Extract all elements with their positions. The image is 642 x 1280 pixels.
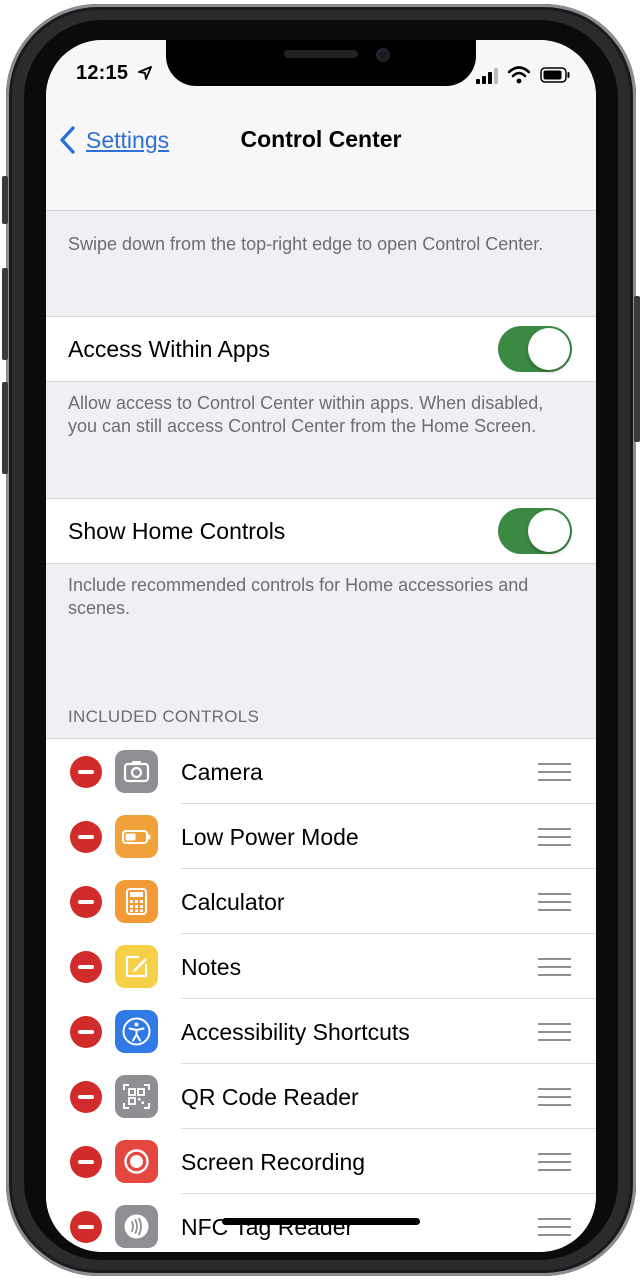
access-within-apps-row: Access Within Apps (46, 316, 596, 382)
show-home-controls-label: Show Home Controls (68, 518, 286, 544)
item-label: QR Code Reader (181, 1084, 359, 1110)
volume-up-button (2, 268, 8, 360)
location-arrow-icon (138, 66, 152, 80)
battery-status-icon (540, 67, 570, 83)
list-item-qr-code-reader: QR Code Reader (46, 1064, 596, 1129)
list-item-camera: Camera (46, 739, 596, 804)
item-label: Accessibility Shortcuts (181, 1019, 410, 1045)
access-within-apps-footnote: Allow access to Control Center within ap… (68, 393, 544, 436)
included-controls-header: INCLUDED CONTROLS (68, 707, 260, 726)
camera-icon (115, 750, 158, 793)
cellular-signal-icon (476, 68, 498, 84)
record-icon (115, 1140, 158, 1183)
item-label: Notes (181, 954, 242, 980)
remove-nfc-tag-reader-button[interactable] (70, 1211, 102, 1243)
page-title: Control Center (240, 126, 402, 152)
front-camera (376, 48, 390, 62)
remove-screen-recording-button[interactable] (70, 1146, 102, 1178)
reorder-handle[interactable] (538, 1088, 571, 1106)
item-label: Camera (181, 759, 263, 785)
remove-calculator-button[interactable] (70, 886, 102, 918)
included-controls-list: Camera Low Power Mode Calculator Notes A… (46, 738, 596, 1252)
qr-code-icon (115, 1075, 158, 1118)
list-item-notes: Notes (46, 934, 596, 999)
access-within-apps-label: Access Within Apps (68, 336, 270, 362)
list-item-calculator: Calculator (46, 869, 596, 934)
reorder-handle[interactable] (538, 1153, 571, 1171)
notes-icon (115, 945, 158, 988)
reorder-handle[interactable] (538, 1023, 571, 1041)
calculator-icon (115, 880, 158, 923)
access-within-apps-toggle[interactable] (498, 326, 572, 372)
list-item-low-power-mode: Low Power Mode (46, 804, 596, 869)
reorder-handle[interactable] (538, 1218, 571, 1236)
remove-qr-code-reader-button[interactable] (70, 1081, 102, 1113)
action-button (2, 176, 8, 224)
item-label: Low Power Mode (181, 824, 359, 850)
reorder-handle[interactable] (538, 893, 571, 911)
toggle-knob (528, 510, 570, 552)
screen: 12:15 Settings Control Center Swipe down… (46, 40, 596, 1252)
intro-text: Swipe down from the top-right edge to op… (68, 234, 544, 254)
remove-camera-button[interactable] (70, 756, 102, 788)
status-time: 12:15 (76, 62, 129, 84)
show-home-controls-row: Show Home Controls (46, 498, 596, 564)
volume-down-button (2, 382, 8, 474)
battery-icon (115, 815, 158, 858)
reorder-handle[interactable] (538, 958, 571, 976)
power-button (634, 296, 640, 442)
reorder-handle[interactable] (538, 763, 571, 781)
speaker-grille (284, 50, 358, 58)
item-label: Calculator (181, 889, 285, 915)
accessibility-icon (115, 1010, 158, 1053)
toggle-knob (528, 328, 570, 370)
list-item-accessibility-shortcuts: Accessibility Shortcuts (46, 999, 596, 1064)
remove-notes-button[interactable] (70, 951, 102, 983)
remove-accessibility-shortcuts-button[interactable] (70, 1016, 102, 1048)
item-label: Screen Recording (181, 1149, 366, 1175)
remove-low-power-mode-button[interactable] (70, 821, 102, 853)
wifi-icon (508, 66, 530, 84)
show-home-controls-toggle[interactable] (498, 508, 572, 554)
list-item-screen-recording: Screen Recording (46, 1129, 596, 1194)
reorder-handle[interactable] (538, 828, 571, 846)
status-bar: 12:15 (46, 40, 596, 122)
show-home-controls-footnote: Include recommended controls for Home ac… (68, 575, 529, 618)
notch (166, 40, 476, 86)
nfc-icon (115, 1205, 158, 1248)
home-indicator[interactable] (222, 1218, 420, 1225)
